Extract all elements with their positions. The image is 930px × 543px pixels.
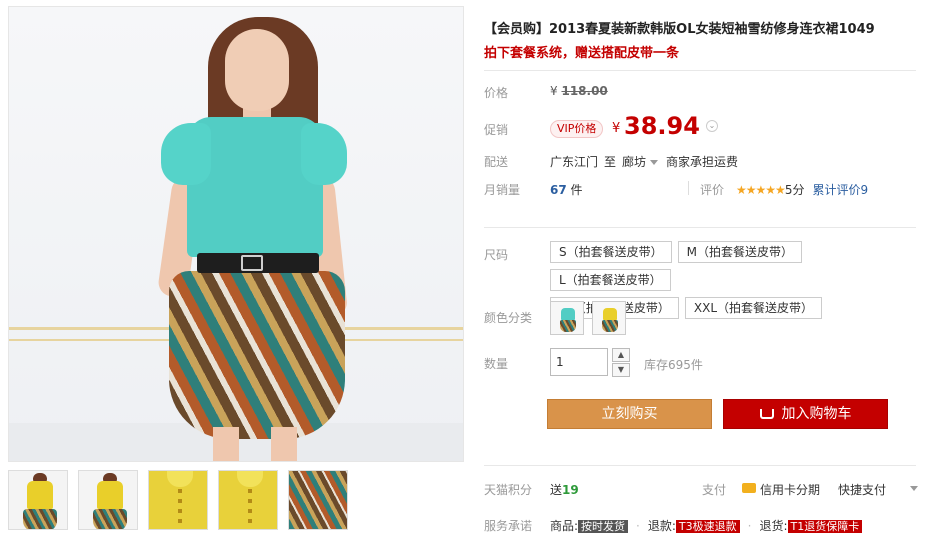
price-label: 价格 <box>484 86 509 100</box>
quick-pay-link[interactable]: 快捷支付 <box>838 481 886 498</box>
promo-price: 38.94 <box>624 112 700 140</box>
quantity-label: 数量 <box>484 357 509 371</box>
model-sleeve-left <box>161 123 211 185</box>
review-count-link[interactable]: 累计评价9 <box>812 183 868 197</box>
quantity-input[interactable] <box>550 348 608 376</box>
review-score: 5分 <box>784 183 805 197</box>
promotion-label: 促销 <box>484 123 509 137</box>
model-face <box>225 29 289 111</box>
thumbnail-3[interactable] <box>148 470 208 530</box>
model-skirt <box>169 271 345 439</box>
thumb-shirt <box>27 481 53 509</box>
service-promises: 商品: 按时发货 · 退款: T3极速退款 · 退货: T1退货保障卡 <box>550 517 863 534</box>
original-price: ¥ 118.00 <box>550 84 608 98</box>
color-swatch-yellow[interactable] <box>592 301 626 335</box>
promo-text: 拍下套餐系统，赠送搭配皮带一条 <box>484 46 680 61</box>
color-options <box>550 301 626 335</box>
main-product-image[interactable] <box>8 6 464 462</box>
size-option-xxl[interactable]: XXL（拍套餐送皮带） <box>684 297 823 319</box>
return-guarantee-badge[interactable]: T1退货保障卡 <box>787 520 863 533</box>
size-option-s[interactable]: S（拍套餐送皮带） <box>550 241 672 263</box>
swatch-skirt <box>602 320 618 332</box>
vip-price-badge: VIP价格 <box>550 120 604 138</box>
thumbnail-4[interactable] <box>218 470 278 530</box>
ontime-shipping-badge[interactable]: 按时发货 <box>578 520 629 533</box>
color-label: 颜色分类 <box>484 311 533 325</box>
divider <box>484 227 916 228</box>
currency-symbol: ¥ <box>550 84 558 98</box>
review-label: 评价 <box>700 183 725 197</box>
thumb-shirt <box>97 481 123 509</box>
quantity-increase-icon[interactable]: ▲ <box>612 348 630 362</box>
ship-destination-select[interactable]: 廊坊 <box>622 155 646 169</box>
swatch-top <box>603 308 617 320</box>
separator-dot: · <box>747 519 752 533</box>
sales-label: 月销量 <box>484 183 521 197</box>
size-label: 尺码 <box>484 248 509 262</box>
points-prefix: 送 <box>550 483 563 497</box>
credit-card-icon <box>742 483 756 493</box>
promise-label: 服务承诺 <box>484 519 533 533</box>
points-value: 19 <box>562 483 579 497</box>
points-label: 天猫积分 <box>484 483 533 497</box>
model-leg-left <box>213 427 239 461</box>
refund-label: 退款: <box>647 519 676 533</box>
points-info: 送19 <box>550 481 579 498</box>
shipping-label: 配送 <box>484 155 509 169</box>
thumbnail-1[interactable] <box>8 470 68 530</box>
product-info-panel: 【会员购】2013春夏装新款韩版OL女装短袖雪纺修身连衣裙1049 拍下套餐系统… <box>484 0 930 543</box>
swatch-top <box>561 308 575 320</box>
swatch-skirt <box>560 320 576 332</box>
payment-label: 支付 <box>702 483 727 497</box>
thumbnail-strip <box>8 470 348 530</box>
caret-down-icon[interactable] <box>910 486 918 491</box>
sales-count: 67 <box>550 183 567 197</box>
buy-now-button[interactable]: 立刻购买 <box>547 399 712 429</box>
vertical-separator <box>688 181 689 195</box>
fast-refund-badge[interactable]: T3极速退款 <box>675 520 740 533</box>
monthly-sales: 67 件 <box>550 181 583 198</box>
chevron-down-icon[interactable]: ⌄ <box>706 120 718 132</box>
thumbnail-5[interactable] <box>288 470 348 530</box>
size-option-m[interactable]: M（拍套餐送皮带） <box>677 241 802 263</box>
ship-fee: 商家承担运费 <box>666 155 739 169</box>
shipping-info: 广东江门至廊坊 商家承担运费 <box>550 153 738 170</box>
divider <box>484 465 916 466</box>
sales-unit: 件 <box>570 183 583 197</box>
add-cart-label: 加入购物车 <box>781 406 852 422</box>
separator-dot: · <box>636 519 640 533</box>
belt-buckle <box>241 255 263 271</box>
quantity-decrease-icon[interactable]: ▼ <box>612 363 630 377</box>
add-to-cart-button[interactable]: 加入购物车 <box>723 399 888 429</box>
review-summary[interactable]: 评价 ★★★★★5分 累计评价9 <box>700 181 868 198</box>
model-leg-right <box>271 427 297 461</box>
original-price-value: 118.00 <box>561 84 608 98</box>
ship-from: 广东江门 <box>550 155 599 169</box>
thumb-skirt <box>23 509 57 529</box>
caret-down-icon[interactable] <box>650 159 659 165</box>
promo-currency-symbol: ¥ <box>612 121 621 136</box>
thumb-buttons <box>178 489 182 525</box>
color-swatch-teal[interactable] <box>550 301 584 335</box>
thumbnail-2[interactable] <box>78 470 138 530</box>
stock-count: 库存695件 <box>644 358 703 372</box>
goods-label: 商品: <box>550 519 579 533</box>
thumb-skirt <box>93 509 127 529</box>
thumb-buttons <box>248 489 252 525</box>
cart-icon <box>759 409 774 419</box>
return-label: 退货: <box>759 519 788 533</box>
product-title: 【会员购】2013春夏装新款韩版OL女装短袖雪纺修身连衣裙1049 <box>484 22 875 37</box>
ship-to-word: 至 <box>604 155 617 169</box>
size-option-l[interactable]: L（拍套餐送皮带） <box>550 269 671 291</box>
divider <box>484 70 916 71</box>
credit-installment-link[interactable]: 信用卡分期 <box>760 481 820 498</box>
star-rating-icon: ★★★★★ <box>736 183 786 197</box>
